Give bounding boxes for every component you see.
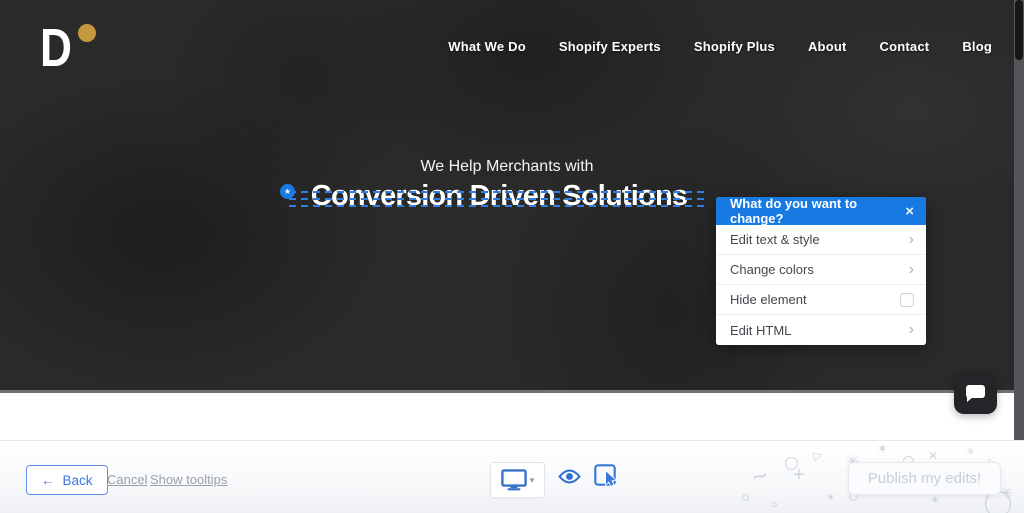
device-preview-button[interactable]: ▾	[490, 462, 545, 498]
nav-item-contact[interactable]: Contact	[880, 39, 930, 54]
change-element-popup: What do you want to change? × Edit text …	[716, 197, 926, 345]
desktop-monitor-icon	[500, 469, 527, 491]
popup-header: What do you want to change? ×	[716, 197, 926, 226]
selection-dash-line	[289, 205, 709, 207]
nav-item-about[interactable]: About	[808, 39, 847, 54]
confetti-shape: ✶	[877, 441, 888, 456]
confetti-shape: ✶	[930, 493, 941, 507]
hide-element-checkbox[interactable]	[900, 292, 914, 307]
site-white-section	[0, 396, 1014, 440]
close-icon[interactable]: ×	[903, 203, 916, 220]
confetti-shape	[742, 494, 749, 501]
menu-item-edit-text-style[interactable]: Edit text & style ›	[716, 225, 926, 255]
confetti-shape: ▷	[811, 447, 824, 463]
confetti-shape: +	[793, 464, 805, 486]
nav-item-what-we-do[interactable]: What We Do	[448, 39, 526, 54]
caret-down-icon: ▾	[529, 474, 535, 485]
preview-eye-button[interactable]	[558, 469, 581, 487]
back-button[interactable]: ← Back	[26, 465, 108, 495]
confetti-shape	[785, 457, 798, 470]
logo-dot-icon	[78, 24, 96, 42]
cancel-link[interactable]: Cancel	[107, 472, 147, 487]
chevron-right-icon: ›	[908, 230, 914, 248]
chat-launcher-button[interactable]	[954, 372, 997, 414]
nav-item-shopify-experts[interactable]: Shopify Experts	[559, 39, 661, 54]
scrollbar-thumb[interactable]	[1015, 0, 1023, 60]
confetti-shape: ✶	[826, 492, 836, 504]
site-logo[interactable]: D	[40, 18, 100, 78]
editor-toolbar: ~▷+✳✶×✳▷✶✳✶ ← Back Cancel Show tooltips …	[0, 440, 1024, 513]
editor-screen: D What We Do Shopify Experts Shopify Plu…	[0, 0, 1024, 513]
select-element-button[interactable]	[594, 464, 618, 491]
star-icon: ★	[283, 186, 292, 196]
nav-item-blog[interactable]: Blog	[962, 39, 992, 54]
eye-icon	[558, 469, 581, 484]
popup-title: What do you want to change?	[730, 197, 858, 226]
hero-kicker-text: We Help Merchants with	[420, 158, 594, 175]
confetti-shape: ~	[748, 459, 771, 493]
menu-item-edit-html[interactable]: Edit HTML ›	[716, 315, 926, 345]
selection-dash-line	[289, 198, 709, 200]
menu-item-hide-element[interactable]: Hide element	[716, 285, 926, 315]
nav-item-shopify-plus[interactable]: Shopify Plus	[694, 39, 775, 54]
confetti-shape	[772, 502, 777, 507]
menu-item-change-colors[interactable]: Change colors ›	[716, 255, 926, 285]
site-nav: What We Do Shopify Experts Shopify Plus …	[448, 39, 992, 54]
selected-element-star-badge: ★	[280, 184, 295, 199]
scrollbar[interactable]	[1014, 0, 1024, 440]
confetti-shape: ✳	[966, 446, 976, 458]
confetti-shape: ✳	[1000, 485, 1013, 502]
selection-dash-line	[289, 191, 709, 193]
show-tooltips-link[interactable]: Show tooltips	[150, 472, 227, 487]
back-arrow-icon: ←	[41, 472, 55, 488]
publish-button[interactable]: Publish my edits!	[848, 462, 1001, 495]
chat-bubble-icon	[966, 385, 985, 402]
logo-letter: D	[40, 18, 72, 78]
chevron-right-icon: ›	[908, 260, 914, 278]
select-element-cursor-icon	[594, 464, 618, 487]
chevron-right-icon: ›	[908, 321, 914, 338]
